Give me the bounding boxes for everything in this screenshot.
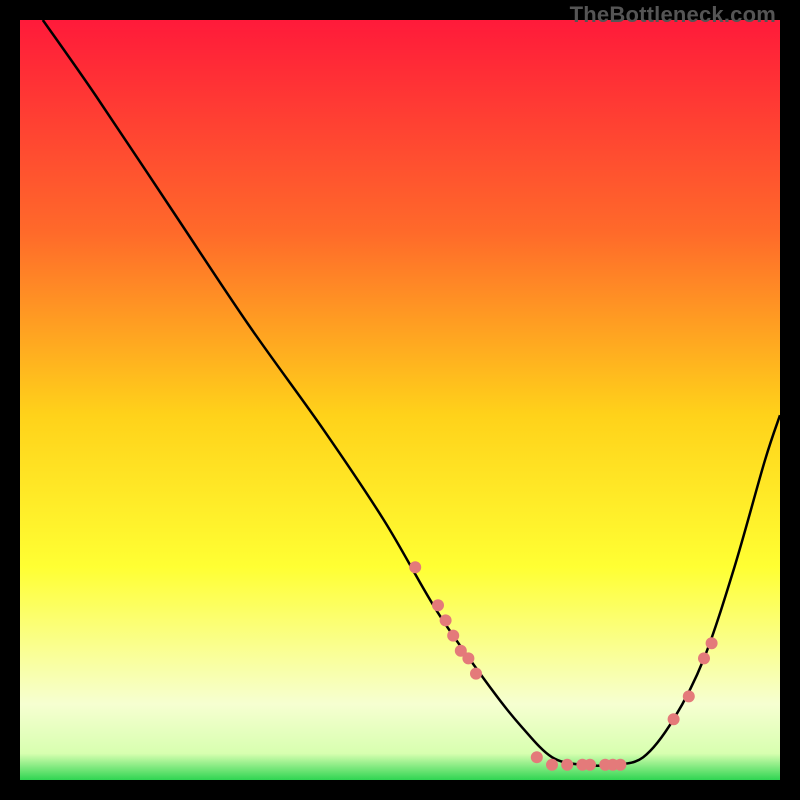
data-point <box>462 652 474 664</box>
data-point <box>447 630 459 642</box>
data-point <box>668 713 680 725</box>
data-point <box>470 668 482 680</box>
data-point <box>440 614 452 626</box>
chart-svg <box>20 20 780 780</box>
data-point <box>584 759 596 771</box>
data-point <box>432 599 444 611</box>
watermark-text: TheBottleneck.com <box>570 2 776 28</box>
data-point <box>706 637 718 649</box>
data-point <box>698 652 710 664</box>
data-point <box>409 561 421 573</box>
chart-frame <box>20 20 780 780</box>
data-point <box>683 690 695 702</box>
data-point <box>531 751 543 763</box>
data-point <box>561 759 573 771</box>
data-point <box>546 759 558 771</box>
data-point <box>614 759 626 771</box>
chart-background <box>20 20 780 780</box>
